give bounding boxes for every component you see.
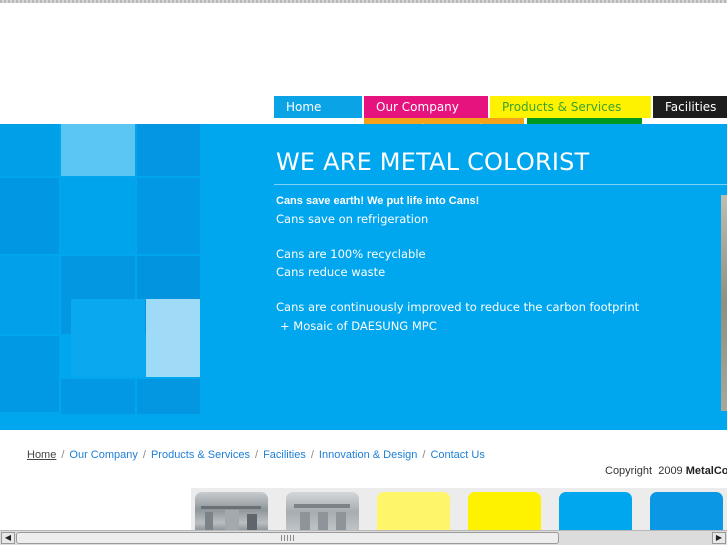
mosaic-tile xyxy=(137,178,200,254)
company-name: MetalCo xyxy=(685,465,727,477)
page-title: WE ARE METAL COLORIST xyxy=(276,148,590,176)
mosaic-tile xyxy=(0,336,59,412)
factory-machinery-icon xyxy=(201,506,261,531)
benefit-line: Cans save on refrigeration xyxy=(276,212,429,226)
grip-icon xyxy=(281,535,295,541)
breadcrumb-our-company[interactable]: Our Company xyxy=(69,449,137,461)
mosaic-tile xyxy=(137,124,200,176)
scroll-right-icon[interactable]: ▶ xyxy=(712,532,726,544)
mosaic-tile xyxy=(137,379,200,414)
nav-home[interactable]: Home xyxy=(274,96,362,118)
scroll-left-icon[interactable]: ◀ xyxy=(1,532,15,544)
copyright-label: Copyright xyxy=(605,465,653,477)
mosaic-tile xyxy=(61,178,135,254)
benefit-line: Cans are 100% recyclable xyxy=(276,247,426,261)
thumbnail-factory-2[interactable] xyxy=(286,492,359,531)
breadcrumb-contact-us[interactable]: Contact Us xyxy=(430,449,484,461)
top-border-line xyxy=(0,0,727,3)
thumbnail-yellow-light[interactable] xyxy=(377,492,450,531)
thumbnail-blue-dark[interactable] xyxy=(650,492,723,531)
mosaic-graphic xyxy=(0,124,200,414)
mosaic-tile xyxy=(0,124,59,176)
mosaic-tile xyxy=(61,124,135,176)
mosaic-tile xyxy=(0,256,59,334)
thumbnail-strip xyxy=(191,488,727,531)
factory-machinery-icon xyxy=(294,504,350,531)
mosaic-tile xyxy=(146,299,200,377)
mosaic-tile xyxy=(71,299,145,377)
thumbnail-yellow[interactable] xyxy=(468,492,541,531)
nav-products-services[interactable]: Products & Services xyxy=(490,96,651,118)
mosaic-link[interactable]: + Mosaic of DAESUNG MPC xyxy=(280,319,437,333)
headline-divider xyxy=(274,184,727,185)
breadcrumb-home[interactable]: Home xyxy=(27,449,56,461)
breadcrumb-products-services[interactable]: Products & Services xyxy=(151,449,250,461)
breadcrumb-separator: / xyxy=(310,449,314,461)
nav-facilities[interactable]: Facilities xyxy=(653,96,727,118)
breadcrumb-separator: / xyxy=(142,449,146,461)
thumbnail-blue[interactable] xyxy=(559,492,632,531)
benefit-line: Cans reduce waste xyxy=(276,265,386,279)
breadcrumb-separator: / xyxy=(61,449,65,461)
breadcrumb-separator: / xyxy=(422,449,426,461)
tagline: Cans save earth! We put life into Cans! xyxy=(276,195,480,207)
breadcrumb-separator: / xyxy=(255,449,259,461)
horizontal-scrollbar[interactable]: ◀ ▶ xyxy=(0,530,727,545)
benefit-line: Cans are continuously improved to reduce… xyxy=(276,300,640,314)
copyright: Copyright 2009 MetalCo xyxy=(605,465,727,477)
copyright-year: 2009 xyxy=(658,465,683,477)
mosaic-base xyxy=(0,414,200,430)
mosaic-tile xyxy=(61,379,135,414)
cropped-photo xyxy=(721,195,727,411)
breadcrumb: Home / Our Company / Products & Services / Fac… xyxy=(27,449,485,461)
scrollbar-thumb[interactable] xyxy=(16,532,559,544)
mosaic-tile xyxy=(0,178,59,254)
breadcrumb-facilities[interactable]: Facilities xyxy=(263,449,306,461)
breadcrumb-innovation-design[interactable]: Innovation & Design xyxy=(319,449,417,461)
nav-our-company[interactable]: Our Company xyxy=(364,96,488,118)
thumbnail-factory-1[interactable] xyxy=(195,492,268,531)
